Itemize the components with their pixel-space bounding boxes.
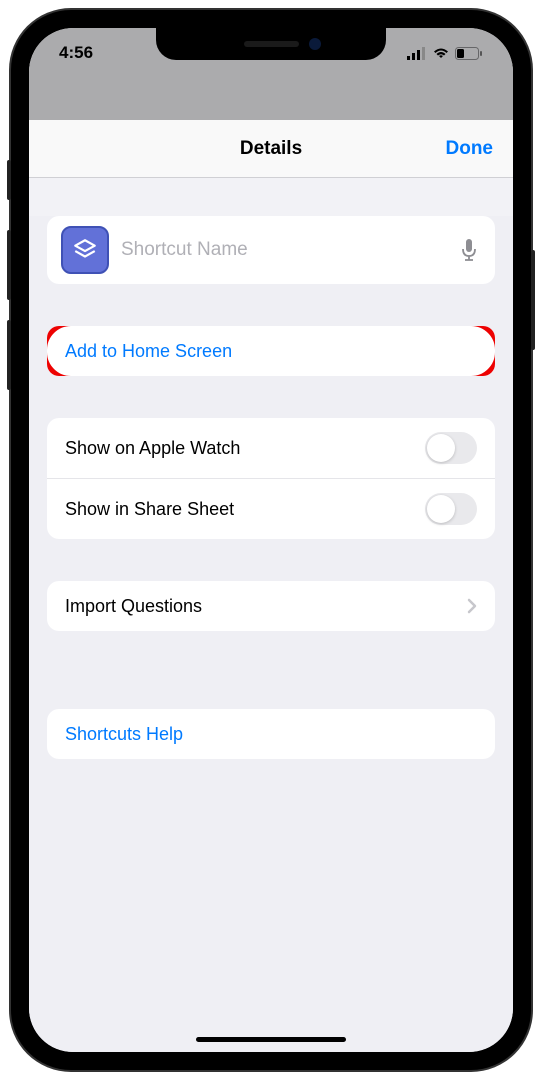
import-section: Import Questions <box>47 581 495 631</box>
modal-header: Details Done <box>29 120 513 178</box>
front-camera <box>309 38 321 50</box>
phone-frame: 4:56 Details Do <box>11 10 531 1070</box>
add-home-section: Add to Home Screen <box>47 326 495 376</box>
microphone-icon[interactable] <box>457 238 481 262</box>
show-share-sheet-label: Show in Share Sheet <box>65 499 234 520</box>
shortcuts-help-button[interactable]: Shortcuts Help <box>47 709 495 759</box>
side-button <box>7 160 11 200</box>
content: Add to Home Screen Show on Apple Watch S… <box>29 216 513 1052</box>
page-title: Details <box>240 138 302 160</box>
battery-icon <box>455 47 483 60</box>
share-sheet-toggle[interactable] <box>425 493 477 525</box>
notch <box>156 28 386 60</box>
wifi-icon <box>432 47 450 60</box>
volume-up-button <box>7 230 11 300</box>
cellular-icon <box>407 47 427 60</box>
add-to-home-screen-button[interactable]: Add to Home Screen <box>47 326 495 376</box>
status-icons <box>407 47 483 60</box>
shortcut-name-input[interactable] <box>121 239 445 261</box>
volume-down-button <box>7 320 11 390</box>
show-apple-watch-label: Show on Apple Watch <box>65 438 240 459</box>
done-button[interactable]: Done <box>446 138 494 160</box>
layers-icon <box>72 237 98 263</box>
shortcut-app-icon[interactable] <box>61 226 109 274</box>
import-questions-button[interactable]: Import Questions <box>47 581 495 631</box>
shortcuts-help-label: Shortcuts Help <box>65 724 183 745</box>
show-share-sheet-row: Show in Share Sheet <box>47 478 495 539</box>
power-button <box>531 250 535 350</box>
modal-backdrop <box>29 78 513 120</box>
home-indicator[interactable] <box>196 1037 346 1042</box>
chevron-right-icon <box>467 598 477 614</box>
apple-watch-toggle[interactable] <box>425 432 477 464</box>
screen: 4:56 Details Do <box>29 28 513 1052</box>
show-apple-watch-row: Show on Apple Watch <box>47 418 495 478</box>
shortcut-name-row <box>47 216 495 284</box>
import-questions-label: Import Questions <box>65 596 202 617</box>
status-time: 4:56 <box>59 43 93 63</box>
toggles-section: Show on Apple Watch Show in Share Sheet <box>47 418 495 539</box>
speaker <box>244 41 299 47</box>
add-to-home-screen-label: Add to Home Screen <box>65 341 232 362</box>
help-section: Shortcuts Help <box>47 709 495 759</box>
name-section <box>47 216 495 284</box>
